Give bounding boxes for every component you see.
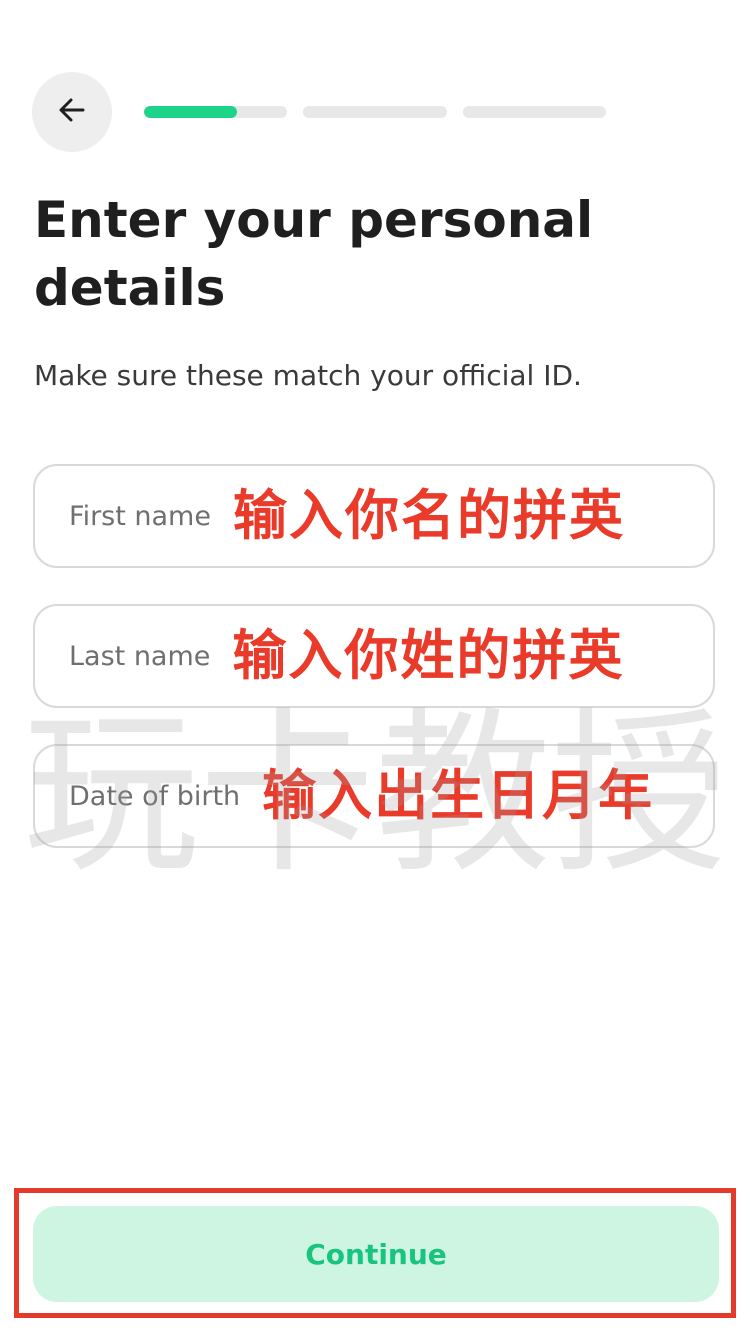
date-of-birth-annotation: 输入出生日月年	[262, 764, 655, 827]
continue-button[interactable]: Continue	[33, 1206, 719, 1302]
personal-details-screen: Enter your personal details Make sure th…	[0, 0, 750, 1334]
first-name-annotation: 输入你名的拼英	[232, 484, 625, 547]
progress-step	[144, 106, 288, 118]
page-subtitle: Make sure these match your official ID.	[34, 359, 582, 392]
last-name-field[interactable]: Last name 输入你姓的拼英	[33, 604, 715, 708]
date-of-birth-placeholder: Date of birth	[69, 780, 241, 812]
progress-step	[303, 106, 447, 118]
progress-step-fill	[144, 106, 238, 118]
first-name-placeholder: First name	[69, 500, 211, 532]
date-of-birth-field[interactable]: Date of birth 输入出生日月年	[33, 744, 715, 848]
last-name-placeholder: Last name	[69, 640, 211, 672]
progress-indicator	[144, 106, 606, 118]
arrow-left-icon	[57, 95, 87, 129]
progress-step	[462, 106, 606, 118]
first-name-field[interactable]: First name 输入你名的拼英	[33, 464, 715, 568]
back-button[interactable]	[32, 72, 112, 152]
page-title: Enter your personal details	[34, 191, 594, 317]
last-name-annotation: 输入你姓的拼英	[232, 624, 625, 687]
